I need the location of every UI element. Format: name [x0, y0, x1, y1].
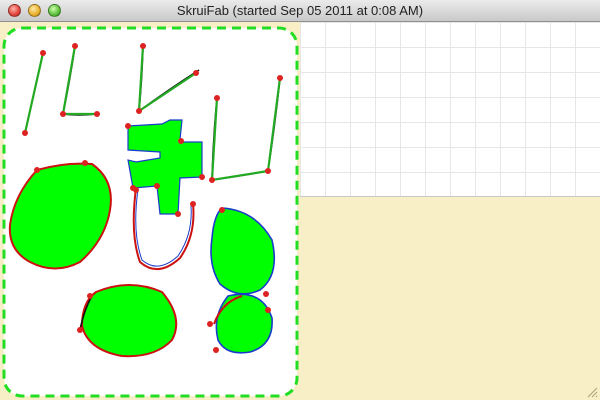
- app-window: SkruiFab (started Sep 05 2011 at 0:08 AM…: [0, 0, 600, 400]
- drawing-canvas[interactable]: [0, 22, 600, 400]
- title-bar[interactable]: SkruiFab (started Sep 05 2011 at 0:08 AM…: [0, 0, 600, 22]
- window-title: SkruiFab (started Sep 05 2011 at 0:08 AM…: [176, 3, 424, 18]
- resize-grip-icon[interactable]: [586, 386, 598, 398]
